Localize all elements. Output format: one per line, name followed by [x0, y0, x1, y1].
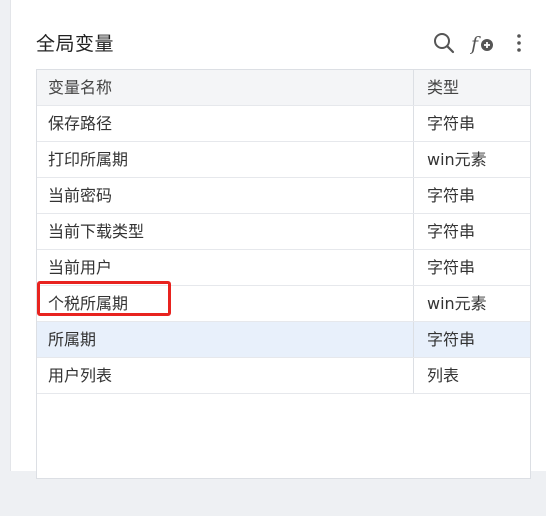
variable-name-cell: 保存路径 — [37, 106, 414, 141]
variable-name-cell: 所属期 — [37, 322, 414, 357]
variable-name-cell: 当前用户 — [37, 250, 414, 285]
variable-type-cell: win元素 — [427, 294, 487, 313]
table-row[interactable]: 当前下载类型 字符串 — [37, 214, 530, 250]
panel-title: 全局变量 — [36, 33, 115, 55]
table-header-row: 变量名称 类型 — [37, 70, 530, 106]
table-row[interactable]: 个税所属期 win元素 — [37, 286, 530, 322]
function-add-icon: f — [470, 33, 493, 55]
variable-type-cell: 字符串 — [427, 222, 476, 241]
table-row[interactable]: 用户列表 列表 — [37, 358, 530, 394]
table-row[interactable]: 当前用户 字符串 — [37, 250, 530, 286]
table-empty-area — [37, 394, 530, 516]
variable-name-cell: 当前下载类型 — [37, 214, 414, 249]
table-row-selected[interactable]: 所属期 字符串 — [37, 322, 530, 358]
search-button[interactable] — [431, 30, 457, 56]
variable-type-cell: 字符串 — [427, 114, 476, 133]
variable-name-cell: 当前密码 — [37, 178, 414, 213]
more-vertical-icon — [517, 34, 521, 52]
table-row[interactable]: 当前密码 字符串 — [37, 178, 530, 214]
variable-name-cell: 打印所属期 — [37, 142, 414, 177]
column-header-name[interactable]: 变量名称 — [37, 70, 414, 105]
variable-name-cell: 用户列表 — [37, 358, 414, 393]
search-icon — [434, 33, 455, 54]
add-function-button[interactable]: f — [470, 30, 496, 56]
variables-table: 变量名称 类型 保存路径 字符串 打印所属期 win元素 当前密码 字符串 当前… — [36, 69, 531, 479]
svg-text:f: f — [470, 33, 481, 55]
variable-type-cell: 列表 — [427, 366, 460, 385]
column-header-type[interactable]: 类型 — [414, 70, 530, 105]
more-options-button[interactable] — [509, 30, 529, 56]
variable-type-cell: 字符串 — [427, 258, 476, 277]
global-variables-panel: 全局变量 f 变量名称 类型 保存路径 字符串 打印所属期 win元素 当前密码… — [10, 0, 546, 479]
variable-name-cell: 个税所属期 — [37, 286, 414, 321]
variable-type-cell: 字符串 — [427, 330, 476, 349]
table-row[interactable]: 打印所属期 win元素 — [37, 142, 530, 178]
variable-type-cell: 字符串 — [427, 186, 476, 205]
panel-header: 全局变量 f — [11, 22, 546, 62]
variable-type-cell: win元素 — [427, 150, 487, 169]
table-row[interactable]: 保存路径 字符串 — [37, 106, 530, 142]
